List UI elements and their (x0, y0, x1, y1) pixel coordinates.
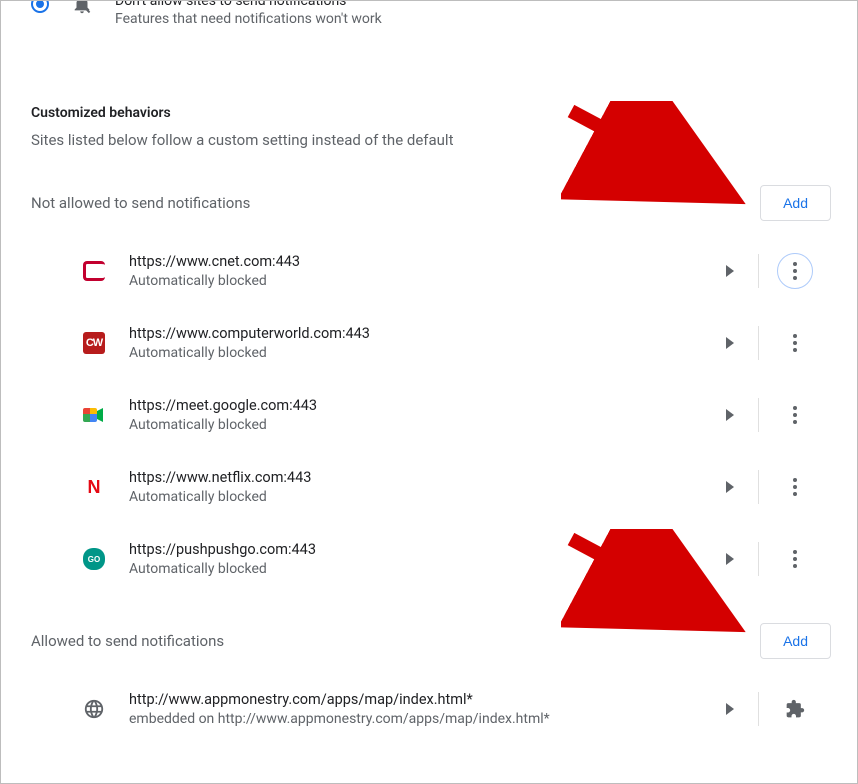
site-row[interactable]: https://www.cnet.com:443 Automatically b… (31, 235, 831, 307)
site-row[interactable]: CW https://www.computerworld.com:443 Aut… (31, 307, 831, 379)
site-url: http://www.appmonestry.com/apps/map/inde… (129, 691, 702, 708)
site-favicon-pushpushgo: GO (83, 548, 105, 570)
more-actions-button[interactable] (777, 469, 813, 505)
site-row[interactable]: http://www.appmonestry.com/apps/map/inde… (31, 673, 831, 745)
radio-option-title: Don't allow sites to send notifications (115, 0, 382, 9)
site-url: https://www.computerworld.com:443 (129, 325, 702, 342)
extension-icon[interactable] (777, 691, 813, 727)
site-favicon-computerworld: CW (83, 332, 105, 354)
expand-arrow-icon[interactable] (702, 468, 758, 507)
site-status: embedded on http://www.appmonestry.com/a… (129, 711, 702, 727)
radio-option-subtitle: Features that need notifications won't w… (115, 11, 382, 27)
radio-button-icon (31, 0, 49, 13)
site-status: Automatically blocked (129, 561, 702, 577)
expand-arrow-icon[interactable] (702, 540, 758, 579)
more-actions-button[interactable] (777, 541, 813, 577)
more-actions-button[interactable] (777, 253, 813, 289)
add-button-allowed[interactable]: Add (760, 623, 831, 659)
bell-off-icon (71, 0, 93, 15)
site-url: https://www.netflix.com:443 (129, 469, 702, 486)
site-favicon-meet (83, 404, 105, 426)
site-status: Automatically blocked (129, 273, 702, 289)
site-favicon-cnet (83, 261, 105, 281)
more-actions-button[interactable] (777, 325, 813, 361)
site-status: Automatically blocked (129, 489, 702, 505)
more-actions-button[interactable] (777, 397, 813, 433)
list-heading-not-allowed: Not allowed to send notifications (31, 194, 250, 212)
section-heading-customized: Customized behaviors (31, 105, 831, 121)
section-sub-customized: Sites listed below follow a custom setti… (31, 131, 831, 149)
site-status: Automatically blocked (129, 417, 702, 433)
site-row[interactable]: N https://www.netflix.com:443 Automatica… (31, 451, 831, 523)
radio-option-block-notifications[interactable]: Don't allow sites to send notifications … (31, 0, 831, 27)
site-url: https://meet.google.com:443 (129, 397, 702, 414)
site-status: Automatically blocked (129, 345, 702, 361)
expand-arrow-icon[interactable] (702, 252, 758, 291)
globe-icon (83, 698, 105, 720)
expand-arrow-icon[interactable] (702, 324, 758, 363)
site-row[interactable]: https://meet.google.com:443 Automaticall… (31, 379, 831, 451)
site-url: https://pushpushgo.com:443 (129, 541, 702, 558)
radio-option-text: Don't allow sites to send notifications … (115, 0, 382, 27)
list-heading-allowed: Allowed to send notifications (31, 632, 224, 650)
expand-arrow-icon[interactable] (702, 690, 758, 729)
site-row[interactable]: GO https://pushpushgo.com:443 Automatica… (31, 523, 831, 595)
add-button-not-allowed[interactable]: Add (760, 185, 831, 221)
site-url: https://www.cnet.com:443 (129, 253, 702, 270)
site-favicon-netflix: N (83, 476, 105, 498)
expand-arrow-icon[interactable] (702, 396, 758, 435)
